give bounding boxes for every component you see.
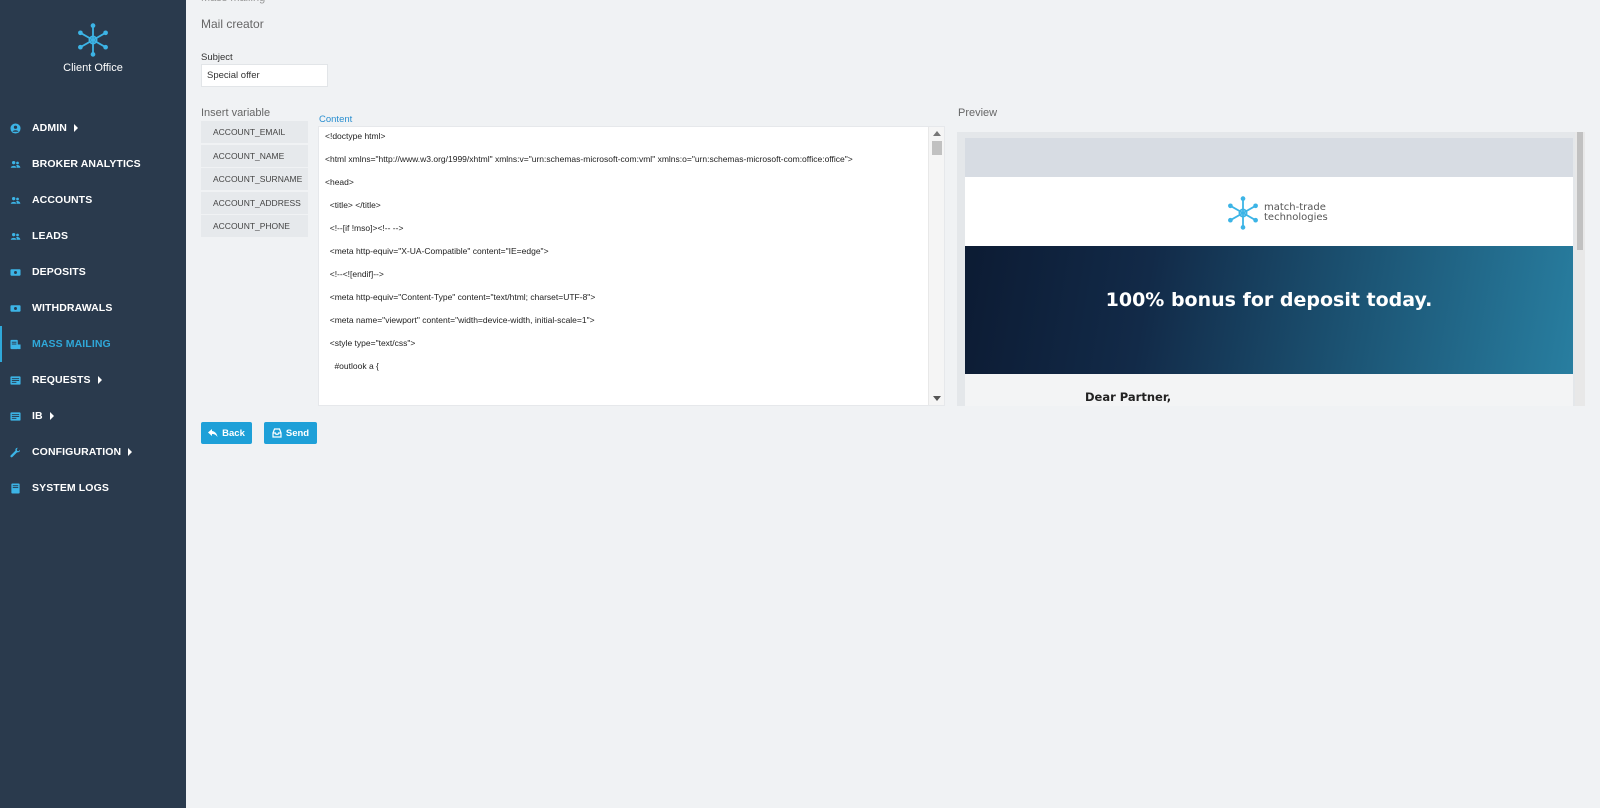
- content-label: Content: [319, 114, 353, 125]
- subject-input[interactable]: [201, 64, 328, 87]
- sidebar-item-label: BROKER ANALYTICS: [32, 158, 141, 170]
- user-circle-icon: [10, 122, 21, 134]
- variable-item[interactable]: ACCOUNT_PHONE: [201, 215, 308, 237]
- code-line: <style type="text/css">: [325, 338, 416, 348]
- list-icon: [10, 375, 21, 386]
- sidebar-item-deposits[interactable]: DEPOSITS: [0, 254, 186, 290]
- brand[interactable]: Client Office: [0, 22, 186, 74]
- sidebar-item-ib[interactable]: IB: [0, 398, 186, 434]
- code-line: <!doctype html>: [325, 131, 386, 141]
- code-line: <meta http-equiv="Content-Type" content=…: [325, 292, 596, 302]
- sidebar-item-system-logs[interactable]: SYSTEM LOGS: [0, 470, 186, 506]
- preview-pane: match-trade technologies 100% bonus for …: [957, 132, 1585, 406]
- caret-right-icon: [128, 448, 133, 456]
- breadcrumb: Mass mailing: [201, 0, 265, 4]
- sidebar-item-label: LEADS: [32, 230, 69, 242]
- scroll-down-arrow-icon[interactable]: [933, 396, 941, 401]
- preview-body: Dear Partner,: [965, 374, 1573, 406]
- editor-scrollbar[interactable]: [928, 127, 944, 405]
- wrench-icon: [10, 447, 21, 458]
- users-icon: [10, 195, 21, 206]
- banner-text: 100% bonus for deposit today.: [1105, 289, 1433, 311]
- match-trade-logo: match-trade technologies: [1225, 195, 1328, 231]
- logo-line-2: technologies: [1264, 212, 1328, 223]
- code-line: #outlook a {: [325, 361, 379, 371]
- reply-arrow-icon: [208, 429, 218, 437]
- subject-label: Subject: [201, 52, 233, 63]
- sidebar-item-label: ACCOUNTS: [32, 194, 93, 206]
- sidebar-item-label: ADMIN: [32, 122, 67, 134]
- variable-item[interactable]: ACCOUNT_ADDRESS: [201, 191, 308, 214]
- sidebar-item-accounts[interactable]: ACCOUNTS: [0, 182, 186, 218]
- preview-header: match-trade technologies: [965, 177, 1573, 246]
- preview-title: Preview: [958, 107, 998, 119]
- match-trade-logo-icon: [1228, 196, 1258, 230]
- sidebar-item-label: SYSTEM LOGS: [32, 482, 109, 494]
- variable-item[interactable]: ACCOUNT_EMAIL: [201, 121, 308, 143]
- mailing-icon: [10, 339, 21, 350]
- scroll-up-arrow-icon[interactable]: [933, 131, 941, 136]
- code-line: <!--<![endif]-->: [325, 269, 384, 279]
- money-icon: [10, 267, 21, 278]
- preview-scrollbar[interactable]: [1575, 132, 1585, 406]
- sidebar-item-mass-mailing[interactable]: MASS MAILING: [0, 326, 186, 362]
- code-line: <head>: [325, 177, 354, 187]
- sidebar-item-label: REQUESTS: [32, 374, 91, 386]
- sidebar-item-leads[interactable]: LEADS: [0, 218, 186, 254]
- sidebar-item-label: MASS MAILING: [32, 338, 111, 350]
- caret-right-icon: [97, 376, 102, 384]
- money-icon: [10, 303, 21, 314]
- code-lines: <!doctype html> <html xmlns="http://www.w…: [325, 131, 925, 384]
- code-line: <title> </title>: [325, 200, 381, 210]
- code-line: <meta name="viewport" content="width=dev…: [325, 315, 595, 325]
- sidebar-item-withdrawals[interactable]: WITHDRAWALS: [0, 290, 186, 326]
- preview-scroll-thumb[interactable]: [1577, 132, 1583, 250]
- sidebar-item-admin[interactable]: ADMIN: [0, 110, 186, 146]
- brand-name: Client Office: [63, 62, 123, 74]
- list-icon: [10, 411, 21, 422]
- users-icon: [10, 159, 21, 170]
- caret-right-icon: [73, 124, 78, 132]
- brand-logo-icon: [78, 23, 108, 57]
- page-title: Mail creator: [201, 17, 264, 31]
- variable-list: ACCOUNT_EMAIL ACCOUNT_NAME ACCOUNT_SURNAME…: [201, 121, 308, 239]
- preview-top-bar: [965, 138, 1573, 177]
- insert-variable-title: Insert variable: [201, 107, 271, 119]
- sidebar-nav: ADMIN BROKER ANALYTICS ACCOUNTS LEADS DEPOSI…: [0, 110, 186, 506]
- inbox-icon: [272, 428, 282, 438]
- sidebar-item-requests[interactable]: REQUESTS: [0, 362, 186, 398]
- users-icon: [10, 231, 21, 242]
- book-icon: [10, 482, 21, 494]
- editor-scroll-thumb[interactable]: [932, 141, 942, 155]
- sidebar-item-label: DEPOSITS: [32, 266, 86, 278]
- code-line: <html xmlns="http://www.w3.org/1999/xhtm…: [325, 154, 853, 164]
- content-editor[interactable]: <!doctype html> <html xmlns="http://www.w…: [318, 126, 945, 406]
- greeting-text: Dear Partner,: [1085, 390, 1172, 404]
- code-line: <meta http-equiv="X-UA-Compatible" conte…: [325, 246, 549, 256]
- sidebar-item-configuration[interactable]: CONFIGURATION: [0, 434, 186, 470]
- send-label: Send: [285, 427, 310, 439]
- variable-item[interactable]: ACCOUNT_NAME: [201, 144, 308, 167]
- sidebar-item-label: WITHDRAWALS: [32, 302, 113, 314]
- sidebar-item-broker-analytics[interactable]: BROKER ANALYTICS: [0, 146, 186, 182]
- preview-banner: 100% bonus for deposit today.: [965, 246, 1573, 374]
- code-line: <!--[if !mso]><!-- -->: [325, 223, 404, 233]
- back-button[interactable]: Back: [201, 422, 252, 444]
- sidebar-item-label: CONFIGURATION: [32, 446, 122, 458]
- sidebar-item-label: IB: [32, 410, 43, 422]
- caret-right-icon: [49, 412, 54, 420]
- send-button[interactable]: Send: [264, 422, 317, 444]
- sidebar: Client Office ADMIN BROKER ANALYTICS ACCOU…: [0, 0, 186, 808]
- back-label: Back: [222, 427, 245, 439]
- variable-item[interactable]: ACCOUNT_SURNAME: [201, 168, 308, 190]
